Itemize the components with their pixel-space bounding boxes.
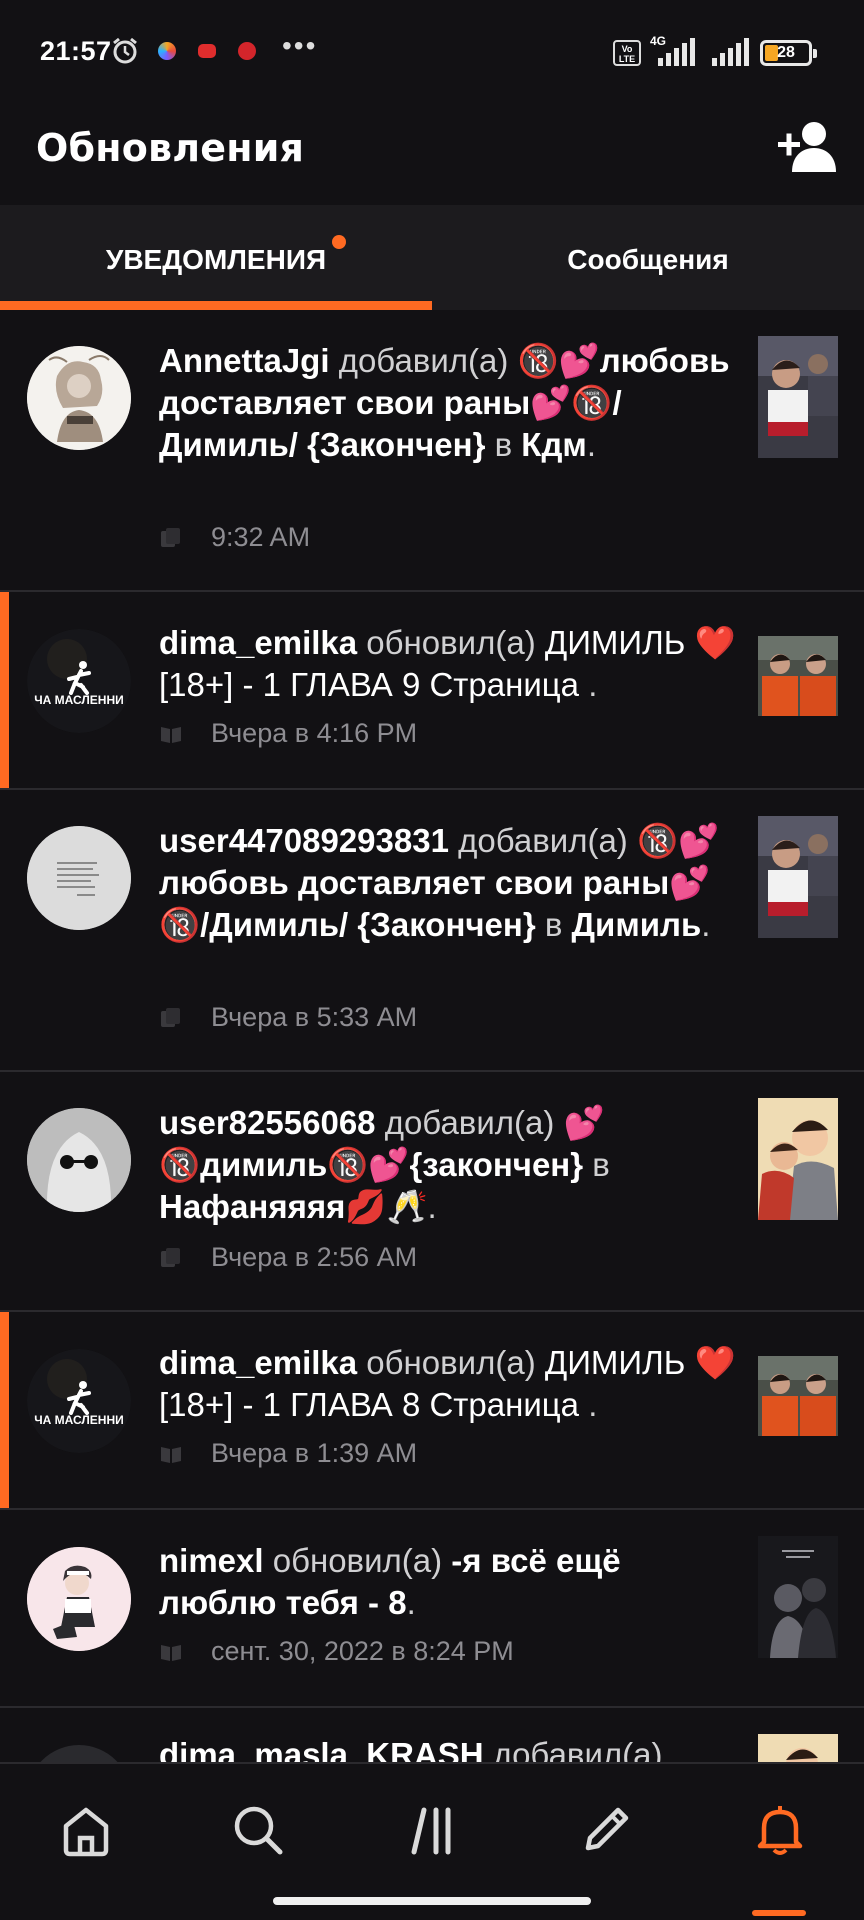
search-icon[interactable] [228,1800,288,1860]
notification-time-row: Вчера в 4:16 PM [159,718,417,749]
notification-item[interactable]: dima_masla_KRASH добавил(а) [0,1708,864,1762]
book-icon [161,726,181,743]
status-bar: 21:57 ••• Vo LTE 4G 28 [0,0,864,100]
story-cover-thumbnail[interactable] [758,1536,838,1658]
page-title: Обновления [36,126,305,170]
notification-time-row: Вчера в 1:39 AM [159,1438,417,1469]
bell-icon[interactable] [750,1800,810,1860]
youtube-notification-icon [198,44,216,58]
avatar[interactable] [27,346,131,450]
tab-notifications-label: УВЕДОМЛЕНИЯ [105,244,327,275]
notification-action: добавил(а) [338,342,509,379]
notification-item[interactable]: AnnettaJgi добавил(а) 🔞💕любовь доставляе… [0,310,864,592]
notification-list: AnnettaJgi добавил(а) 🔞💕любовь доставляе… [0,310,864,1762]
avatar[interactable] [27,1745,131,1762]
home-icon[interactable] [56,1800,116,1860]
notification-time: Вчера в 5:33 AM [211,1002,418,1032]
story-cover-thumbnail[interactable] [758,1098,838,1220]
notification-connector: в [494,426,513,463]
story-cover-thumbnail[interactable] [758,1356,838,1436]
library-icon[interactable] [404,1800,464,1860]
more-notifications-icon: ••• [282,30,318,61]
notification-connector: в [544,906,563,943]
tab-bar: УВЕДОМЛЕНИЯ Сообщения [0,205,864,310]
add-to-list-icon [161,1247,180,1267]
notification-action: обновил(а) [272,1542,443,1579]
notification-text: user447089293831 добавил(а) 🔞💕любовь дос… [159,822,720,943]
battery-level: 28 [777,44,795,61]
unread-badge [332,235,346,249]
status-time: 21:57 [40,36,112,66]
pinterest-notification-icon [238,42,256,60]
story-cover-thumbnail[interactable] [758,636,838,716]
notification-time: Вчера в 2:56 AM [211,1242,418,1272]
notification-item[interactable]: user82556068 добавил(а) 💕🔞димиль🔞💕{закон… [0,1072,864,1312]
avatar[interactable] [27,1108,131,1212]
book-icon [161,1446,181,1463]
pencil-icon[interactable] [576,1800,636,1860]
notification-action: добавил(а) [458,822,628,859]
tab-notifications[interactable]: УВЕДОМЛЕНИЯ [0,205,432,310]
notification-time: Вчера в 1:39 AM [211,1438,418,1468]
notification-text: AnnettaJgi добавил(а) 🔞💕любовь доставляе… [159,342,730,463]
avatar[interactable]: ЧА МАСЛЕННИ [27,1349,131,1453]
notification-text: dima_emilka обновил(а) ДИМИЛЬ ❤️[18+] - … [159,1344,736,1423]
notification-username[interactable]: dima_emilka [159,624,357,661]
avatar[interactable]: ЧА МАСЛЕННИ [27,629,131,733]
add-user-icon[interactable] [776,120,838,172]
notification-time: Вчера в 4:16 PM [211,718,418,748]
notification-item[interactable]: ЧА МАСЛЕННИ dima_emilka обновил(а) ДИМИЛ… [0,592,864,790]
notification-item[interactable]: user447089293831 добавил(а) 🔞💕любовь дос… [0,790,864,1072]
app-header: Обновления [0,100,864,205]
notification-text: nimexl обновил(а) -я всё ещё люблю тебя … [159,1542,621,1621]
home-indicator[interactable] [273,1897,591,1905]
notification-time-row: 9:32 AM [159,522,310,553]
avatar-caption: ЧА МАСЛЕННИ [34,693,124,707]
alarm-icon [113,37,137,64]
avatar-caption: ЧА МАСЛЕННИ [34,1413,124,1427]
active-nav-indicator [752,1910,806,1916]
signal-icon [658,38,695,66]
notification-time-row: Вчера в 5:33 AM [159,1002,417,1033]
notification-username[interactable]: user447089293831 [159,822,449,859]
notification-time: 9:32 AM [211,522,311,552]
updates-screen: 21:57 ••• Vo LTE 4G 28 Обновления УВЕДОМ… [0,0,864,1920]
tab-messages-label: Сообщения [567,244,729,275]
reading-list-name[interactable]: Кдм [521,426,587,463]
book-icon [161,1644,181,1661]
notification-username[interactable]: nimexl [159,1542,264,1579]
active-tab-indicator [0,301,432,310]
reading-list-name[interactable]: Нафаняяяя💋🥂 [159,1188,428,1225]
reading-list-name[interactable]: Димиль [572,906,702,943]
avatar[interactable] [27,826,131,930]
avatar[interactable] [27,1547,131,1651]
notification-username[interactable]: user82556068 [159,1104,376,1141]
notification-time: сент. 30, 2022 в 8:24 PM [211,1636,514,1666]
notification-item[interactable]: ЧА МАСЛЕННИ dima_emilka обновил(а) ДИМИЛ… [0,1312,864,1510]
notification-username[interactable]: dima_emilka [159,1344,357,1381]
signal-icon-2 [712,38,749,66]
notification-action: добавил(а) [384,1104,555,1141]
notification-time-row: Вчера в 2:56 AM [159,1242,417,1273]
notification-action: обновил(а) [366,1344,536,1381]
notification-time-row: сент. 30, 2022 в 8:24 PM [159,1636,514,1667]
add-to-list-icon [161,527,180,547]
story-cover-thumbnail[interactable] [758,336,838,458]
notification-action: обновил(а) [366,624,536,661]
notification-item[interactable]: nimexl обновил(а) -я всё ещё люблю тебя … [0,1510,864,1708]
notification-action: добавил(а) [492,1736,663,1762]
add-to-list-icon [161,1007,180,1027]
app-notification-icon [158,42,176,60]
notification-text: dima_emilka обновил(а) ДИМИЛЬ ❤️[18+] - … [159,624,736,703]
notification-text: user82556068 добавил(а) 💕🔞димиль🔞💕{закон… [159,1104,610,1225]
notification-username[interactable]: AnnettaJgi [159,342,330,379]
tab-messages[interactable]: Сообщения [432,205,864,310]
notification-text: dima_masla_KRASH добавил(а) [159,1734,743,1762]
story-cover-thumbnail[interactable] [758,816,838,938]
notification-connector: в [592,1146,610,1183]
notification-username[interactable]: dima_masla_KRASH [159,1736,484,1762]
story-cover-thumbnail[interactable] [758,1734,838,1762]
battery-icon: 28 [760,40,817,66]
volte-icon: Vo LTE [613,40,641,66]
